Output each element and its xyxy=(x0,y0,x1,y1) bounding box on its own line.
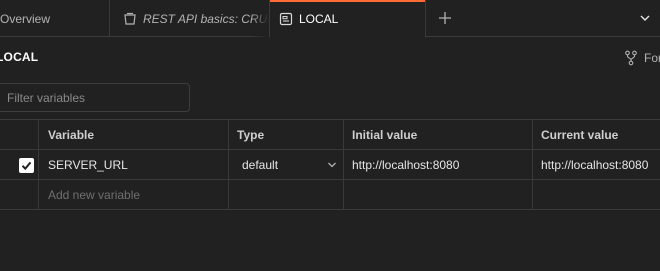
tab-overview-label: Overview xyxy=(0,11,51,26)
fork-button[interactable]: Fork xyxy=(624,50,660,66)
initial-value-cell[interactable]: http://localhost:8080 xyxy=(343,150,532,180)
add-row-initial-cell[interactable] xyxy=(343,180,532,210)
column-header-current-value: Current value xyxy=(532,120,660,150)
type-cell: default xyxy=(228,150,343,180)
tab-overview[interactable]: Overview xyxy=(0,0,110,37)
tab-menu-button[interactable] xyxy=(636,9,654,27)
row-check-cell xyxy=(0,150,38,180)
column-header-variable: Variable xyxy=(38,120,228,150)
tab-local[interactable]: LOCAL xyxy=(270,0,426,38)
type-select-value: default xyxy=(242,158,279,172)
table-row: SERVER_URL default http://localhost:8080… xyxy=(0,150,660,180)
add-row-type-cell xyxy=(228,180,343,210)
filter-variables-input[interactable] xyxy=(0,83,190,112)
column-header-initial-value: Initial value xyxy=(343,120,532,150)
enabled-checkbox[interactable] xyxy=(18,157,34,173)
chevron-down-icon xyxy=(640,15,650,21)
current-value-cell[interactable]: http://localhost:8080 xyxy=(532,150,660,180)
fork-label: Fork xyxy=(644,51,660,65)
add-row-check-cell xyxy=(0,180,38,210)
new-tab-button[interactable] xyxy=(436,9,454,27)
fork-icon xyxy=(625,50,637,66)
tab-rest-api-basics[interactable]: REST API basics: CRUD, test & variable xyxy=(110,0,270,37)
header-check-cell xyxy=(0,120,38,150)
check-icon xyxy=(21,161,31,170)
plus-icon xyxy=(439,12,451,24)
add-variable-row: Add new variable xyxy=(0,180,660,210)
collection-icon xyxy=(123,12,137,26)
variables-table: Variable Type Initial value Current valu… xyxy=(0,119,660,210)
chevron-down-icon xyxy=(328,162,336,168)
tab-bar: Overview REST API basics: CRUD, test & v… xyxy=(0,0,660,38)
column-header-type: Type xyxy=(228,120,343,150)
table-header-row: Variable Type Initial value Current valu… xyxy=(0,120,660,150)
environment-icon xyxy=(279,12,293,26)
tab-local-label: LOCAL xyxy=(299,11,339,26)
type-select[interactable]: default xyxy=(237,158,337,172)
add-new-variable-input[interactable]: Add new variable xyxy=(38,180,228,210)
variable-name-cell[interactable]: SERVER_URL xyxy=(38,150,228,180)
add-row-current-cell[interactable] xyxy=(532,180,660,210)
environment-title: LOCAL xyxy=(0,50,39,64)
